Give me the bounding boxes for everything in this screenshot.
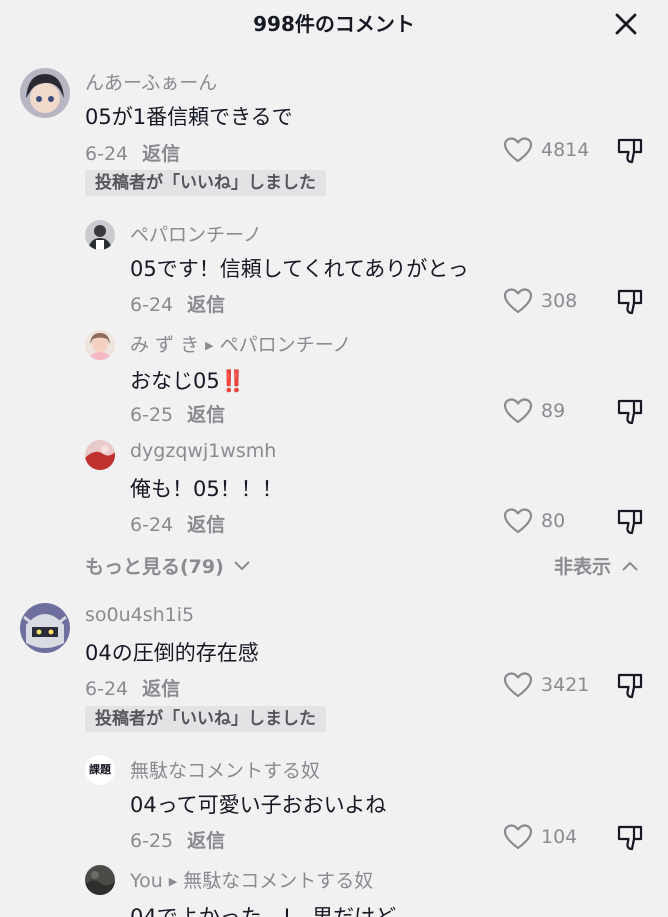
reply-text: 俺も！05！！！ — [130, 477, 283, 501]
dislike-icon[interactable] — [616, 824, 644, 852]
like-count: 308 — [541, 290, 578, 312]
creator-liked-badge: 投稿者が「いいね」しました — [85, 170, 326, 196]
reply-text: おなじ05‼️ — [130, 365, 246, 395]
dislike-icon[interactable] — [616, 288, 644, 316]
avatar[interactable] — [20, 68, 70, 118]
comment-username[interactable]: so0u4sh1i5 — [85, 604, 194, 626]
comment-text: 04の圧倒的存在感 — [85, 641, 259, 665]
like-button[interactable]: 80 — [503, 507, 565, 535]
chevron-up-icon — [621, 561, 638, 571]
avatar[interactable] — [20, 603, 70, 653]
heart-icon — [503, 288, 533, 314]
reply-meta: 6-24 返信 — [130, 290, 225, 317]
chevron-down-icon — [234, 561, 251, 571]
reply-meta: 6-25 返信 — [130, 400, 225, 427]
reply-username-text[interactable]: み ず き — [130, 334, 199, 356]
reply-username[interactable]: ペパロンチーノ — [130, 220, 262, 247]
creator-liked-badge: 投稿者が「いいね」しました — [85, 706, 326, 732]
reply-date: 6-25 — [130, 830, 174, 852]
like-button[interactable]: 104 — [503, 823, 577, 851]
reply-date: 6-24 — [130, 514, 174, 536]
reply-username[interactable]: dygzqwj1wsmh — [130, 440, 276, 462]
dislike-icon[interactable] — [616, 508, 644, 536]
heart-icon — [503, 672, 533, 698]
heart-icon — [503, 824, 533, 850]
reply-date: 6-24 — [130, 294, 174, 316]
dislike-icon[interactable] — [616, 137, 644, 165]
reply-button[interactable]: 返信 — [187, 514, 225, 536]
avatar[interactable] — [85, 865, 115, 895]
avatar[interactable] — [85, 440, 115, 470]
avatar-label: 課題 — [89, 763, 111, 776]
avatar[interactable] — [85, 220, 115, 250]
reply-meta: 6-25 返信 — [130, 826, 225, 853]
reply-username[interactable]: み ず き ▶ ペパロンチーノ — [130, 330, 351, 357]
close-icon[interactable] — [612, 10, 640, 38]
reply-button[interactable]: 返信 — [187, 294, 225, 316]
reply-to-username[interactable]: 無駄なコメントする奴 — [183, 870, 373, 892]
hide-label[interactable]: 非表示 — [554, 556, 611, 578]
heart-icon — [503, 137, 533, 163]
comment-date: 6-24 — [85, 678, 129, 700]
comment-username[interactable]: んあーふぁーん — [85, 68, 217, 95]
reply-text-body: おなじ05 — [130, 369, 220, 393]
heart-icon — [503, 398, 533, 424]
comment-text: 05が1番信頼できるで — [85, 105, 293, 129]
view-more-replies-button[interactable]: もっと見る(79) — [85, 552, 251, 579]
avatar[interactable]: 課題 — [85, 755, 115, 785]
reply-button[interactable]: 返信 — [187, 404, 225, 426]
like-button[interactable]: 4814 — [503, 136, 589, 164]
like-count: 89 — [541, 400, 566, 422]
like-button[interactable]: 308 — [503, 287, 577, 315]
like-count: 80 — [541, 510, 566, 532]
reply-meta: 6-24 返信 — [130, 510, 225, 537]
view-more-label[interactable]: もっと見る(79) — [85, 556, 224, 578]
reply-username-text[interactable]: You — [130, 870, 163, 892]
double-exclamation-emoji: ‼️ — [219, 369, 246, 393]
reply-button[interactable]: 返信 — [142, 143, 180, 165]
like-button[interactable]: 89 — [503, 397, 565, 425]
comment-meta: 6-24 返信 — [85, 139, 180, 166]
reply-button[interactable]: 返信 — [187, 830, 225, 852]
like-count: 104 — [541, 826, 578, 848]
comment-count-title: 998件のコメント — [253, 12, 415, 36]
reply-to-arrow-icon: ▶ — [205, 339, 214, 352]
reply-text: 04って可愛い子おおいよね — [130, 793, 387, 817]
dislike-icon[interactable] — [616, 672, 644, 700]
like-button[interactable]: 3421 — [503, 671, 589, 699]
reply-username[interactable]: You ▶ 無駄なコメントする奴 — [130, 866, 373, 893]
like-count: 3421 — [541, 674, 590, 696]
reply-to-username[interactable]: ペパロンチーノ — [220, 334, 352, 356]
like-count: 4814 — [541, 139, 590, 161]
hide-replies-button[interactable]: 非表示 — [554, 552, 638, 579]
reply-button[interactable]: 返信 — [142, 678, 180, 700]
reply-text: 04でよかった…!…男だけど — [130, 905, 397, 917]
comment-date: 6-24 — [85, 143, 129, 165]
heart-icon — [503, 508, 533, 534]
reply-username[interactable]: 無駄なコメントする奴 — [130, 756, 320, 783]
reply-text: 05です！信頼してくれてありがとっ — [130, 257, 469, 281]
dislike-icon[interactable] — [616, 398, 644, 426]
avatar[interactable] — [85, 330, 115, 360]
comment-meta: 6-24 返信 — [85, 674, 180, 701]
reply-to-arrow-icon: ▶ — [168, 875, 178, 888]
comments-header: 998件のコメント — [0, 0, 668, 44]
reply-date: 6-25 — [130, 404, 174, 426]
